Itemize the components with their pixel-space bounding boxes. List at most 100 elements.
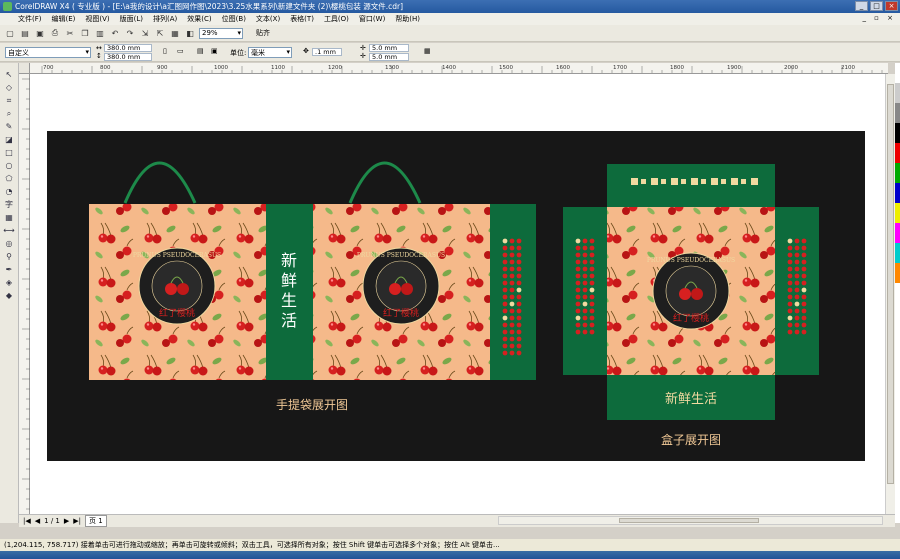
decor-dot bbox=[516, 322, 522, 328]
shape-tool-icon[interactable]: ◇ bbox=[6, 82, 12, 93]
outline-tool-icon[interactable]: ✒ bbox=[6, 264, 13, 275]
pick-tool-icon[interactable]: ↖ bbox=[6, 69, 13, 80]
open-icon[interactable]: ▤ bbox=[19, 27, 31, 39]
menu-view[interactable]: 视图(V) bbox=[85, 14, 109, 24]
import-icon[interactable]: ⇲ bbox=[139, 27, 151, 39]
minimize-button[interactable]: _ bbox=[855, 1, 868, 11]
packaging-artwork[interactable]: 新 鲜 生 活 PRUNUS PSEUDOCERASUS 红了樱桃 PRUNUS… bbox=[47, 131, 865, 461]
decor-dot bbox=[794, 287, 800, 293]
zoom-tool-icon[interactable]: ⌕ bbox=[7, 108, 11, 119]
eyedropper-icon[interactable]: ⚲ bbox=[6, 251, 12, 262]
ruler-origin[interactable] bbox=[19, 63, 30, 74]
menu-bitmaps[interactable]: 位图(B) bbox=[222, 14, 246, 24]
copy-icon[interactable]: ❐ bbox=[79, 27, 91, 39]
duplicate-distance-x-field[interactable]: 5.0 mm bbox=[369, 44, 409, 52]
decor-dot bbox=[582, 315, 588, 321]
current-page-icon[interactable]: ▣ bbox=[211, 47, 218, 55]
ruler-label: 1200 bbox=[328, 65, 342, 71]
decor-dot bbox=[502, 238, 508, 244]
page-tab[interactable]: 页 1 bbox=[85, 515, 107, 527]
fill-tool-icon[interactable]: ◈ bbox=[6, 277, 12, 288]
horizontal-ruler[interactable]: 700 800 900 1000 1100 1200 1300 1400 1500 1600 170… bbox=[30, 63, 888, 74]
drawing-scale-icon[interactable]: ▦ bbox=[424, 47, 431, 55]
paper-preset-select[interactable]: 自定义 bbox=[5, 47, 91, 58]
document-window-controls[interactable]: _ ▫ × bbox=[862, 14, 896, 22]
first-page-icon[interactable]: |◀ bbox=[23, 517, 31, 525]
menu-edit[interactable]: 编辑(E) bbox=[52, 14, 76, 24]
prev-page-icon[interactable]: ◀ bbox=[35, 517, 40, 525]
menu-file[interactable]: 文件(F) bbox=[18, 14, 42, 24]
new-icon[interactable]: ▢ bbox=[4, 27, 16, 39]
rectangle-tool-icon[interactable]: □ bbox=[5, 147, 13, 158]
menu-window[interactable]: 窗口(W) bbox=[359, 14, 385, 24]
color-palette[interactable] bbox=[895, 63, 900, 523]
decor-dot bbox=[502, 315, 508, 321]
decor-dot bbox=[516, 273, 522, 279]
menu-effects[interactable]: 效果(C) bbox=[187, 14, 211, 24]
close-button[interactable]: × bbox=[885, 1, 898, 11]
decor-dot bbox=[509, 238, 515, 244]
page-width-field[interactable]: 380.0 mm bbox=[104, 44, 152, 52]
decor-dot bbox=[589, 315, 595, 321]
last-page-icon[interactable]: ▶| bbox=[73, 517, 81, 525]
horizontal-scroll-thumb[interactable] bbox=[619, 518, 759, 523]
vertical-ruler[interactable] bbox=[19, 74, 30, 514]
crop-tool-icon[interactable]: ⌗ bbox=[7, 95, 12, 106]
paste-icon[interactable]: ▥ bbox=[94, 27, 106, 39]
undo-icon[interactable]: ↶ bbox=[109, 27, 121, 39]
polygon-tool-icon[interactable]: ⬠ bbox=[6, 173, 13, 184]
zoom-levels-select[interactable]: 29% bbox=[199, 27, 243, 39]
decor-dot bbox=[589, 287, 595, 293]
vertical-scrollbar[interactable] bbox=[885, 74, 895, 514]
decor-square bbox=[631, 178, 638, 185]
cut-icon[interactable]: ✂ bbox=[64, 27, 76, 39]
units-select[interactable]: 毫米 bbox=[248, 47, 292, 58]
export-icon[interactable]: ⇱ bbox=[154, 27, 166, 39]
decor-dot bbox=[509, 294, 515, 300]
basic-shapes-icon[interactable]: ◔ bbox=[6, 186, 13, 197]
decor-dot bbox=[794, 322, 800, 328]
table-tool-icon[interactable]: ▦ bbox=[5, 212, 13, 223]
parallel-dimension-icon[interactable]: ⟷ bbox=[3, 225, 14, 236]
smart-fill-icon[interactable]: ◪ bbox=[5, 134, 13, 145]
nudge-distance-field[interactable]: .1 mm bbox=[312, 48, 342, 56]
horizontal-scrollbar[interactable] bbox=[498, 516, 883, 525]
packaging-artwork-svg: 新 鲜 生 活 PRUNUS PSEUDOCERASUS 红了樱桃 PRUNUS… bbox=[89, 161, 819, 447]
welcome-icon[interactable]: ◧ bbox=[184, 27, 196, 39]
decor-dot bbox=[582, 266, 588, 272]
menu-arrange[interactable]: 排列(A) bbox=[153, 14, 177, 24]
vertical-scroll-thumb[interactable] bbox=[887, 84, 894, 484]
freehand-tool-icon[interactable]: ✎ bbox=[6, 121, 13, 132]
save-icon[interactable]: ▣ bbox=[34, 27, 46, 39]
decor-dot bbox=[516, 245, 522, 251]
menu-text[interactable]: 文本(X) bbox=[256, 14, 280, 24]
decor-dot bbox=[509, 273, 515, 279]
decor-dot bbox=[516, 350, 522, 356]
interactive-fill-icon[interactable]: ◆ bbox=[6, 290, 12, 301]
ruler-label: 2100 bbox=[841, 65, 855, 71]
redo-icon[interactable]: ↷ bbox=[124, 27, 136, 39]
page-height-field[interactable]: 380.0 mm bbox=[104, 53, 152, 61]
decor-dot bbox=[589, 280, 595, 286]
menu-tools[interactable]: 工具(O) bbox=[324, 14, 349, 24]
snap-to-dropdown[interactable]: 贴齐 bbox=[256, 28, 270, 38]
decor-square bbox=[741, 179, 746, 184]
landscape-icon[interactable]: ▭ bbox=[177, 47, 184, 55]
decor-dot bbox=[794, 252, 800, 258]
all-pages-icon[interactable]: ▤ bbox=[197, 47, 204, 55]
next-page-icon[interactable]: ▶ bbox=[64, 517, 69, 525]
decor-dot bbox=[589, 273, 595, 279]
menu-help[interactable]: 帮助(H) bbox=[395, 14, 420, 24]
menu-layout[interactable]: 版面(L) bbox=[120, 14, 143, 24]
maximize-button[interactable]: □ bbox=[870, 1, 883, 11]
menu-table[interactable]: 表格(T) bbox=[290, 14, 314, 24]
print-icon[interactable]: ⎙ bbox=[49, 27, 61, 39]
application-launcher-icon[interactable]: ▦ bbox=[169, 27, 181, 39]
portrait-icon[interactable]: ▯ bbox=[163, 47, 167, 55]
duplicate-distance-y-field[interactable]: 5.0 mm bbox=[369, 53, 409, 61]
interactive-blend-icon[interactable]: ◎ bbox=[6, 238, 13, 249]
text-tool-icon[interactable]: 字 bbox=[5, 199, 13, 210]
ellipse-tool-icon[interactable]: ○ bbox=[6, 160, 13, 171]
bag-logo-back-brand: 红了樱桃 bbox=[383, 307, 419, 319]
drawing-canvas[interactable]: 新 鲜 生 活 PRUNUS PSEUDOCERASUS 红了樱桃 PRUNUS… bbox=[30, 74, 885, 514]
